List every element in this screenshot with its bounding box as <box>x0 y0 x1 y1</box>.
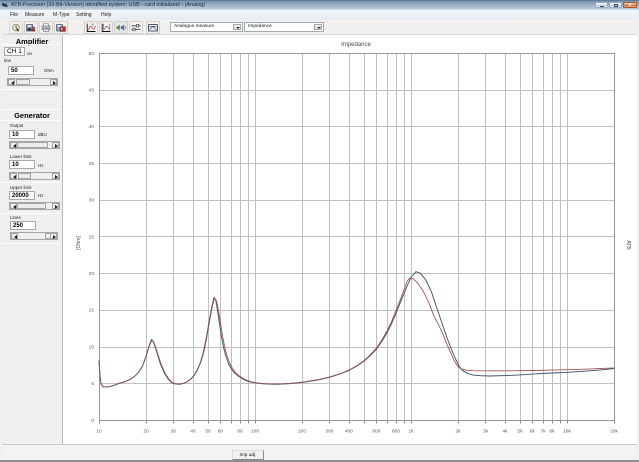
svg-text:100: 100 <box>251 429 259 435</box>
svg-text:30: 30 <box>89 198 95 204</box>
svg-text:1k: 1k <box>408 429 414 435</box>
svg-text:400: 400 <box>345 429 353 435</box>
svg-text:20: 20 <box>143 429 149 435</box>
svg-text:15: 15 <box>89 308 95 314</box>
svg-text:5k: 5k <box>518 429 524 435</box>
svg-text:50: 50 <box>205 429 211 435</box>
svg-text:600: 600 <box>372 429 380 435</box>
svg-text:50: 50 <box>89 51 95 57</box>
svg-text:30: 30 <box>171 429 177 435</box>
svg-text:2k: 2k <box>455 429 461 435</box>
svg-text:45: 45 <box>89 88 95 94</box>
svg-text:M: M <box>91 23 94 27</box>
svg-text:0: 0 <box>91 418 94 424</box>
svg-text:20k: 20k <box>610 429 618 435</box>
svg-text:60: 60 <box>218 429 224 435</box>
svg-text:ATB: ATB <box>625 240 631 250</box>
svg-text:10k: 10k <box>563 429 571 435</box>
svg-text:[Ohm]: [Ohm] <box>76 236 82 250</box>
svg-text:40: 40 <box>89 124 95 130</box>
svg-text:200: 200 <box>298 429 306 435</box>
svg-text:Impedance: Impedance <box>341 42 371 48</box>
svg-text:300: 300 <box>325 429 333 435</box>
svg-text:5: 5 <box>91 381 94 387</box>
svg-text:40: 40 <box>190 429 196 435</box>
svg-text:8k: 8k <box>549 429 555 435</box>
svg-text:4k: 4k <box>502 429 508 435</box>
svg-text:7k: 7k <box>540 429 546 435</box>
svg-text:25: 25 <box>89 234 95 240</box>
svg-text:6k: 6k <box>530 429 536 435</box>
svg-text:3k: 3k <box>483 429 489 435</box>
svg-text:80: 80 <box>237 429 243 435</box>
svg-text:10: 10 <box>96 429 102 435</box>
svg-text:10: 10 <box>89 344 95 350</box>
svg-text:800: 800 <box>392 429 400 435</box>
svg-text:20: 20 <box>89 271 95 277</box>
svg-text:35: 35 <box>89 161 95 167</box>
